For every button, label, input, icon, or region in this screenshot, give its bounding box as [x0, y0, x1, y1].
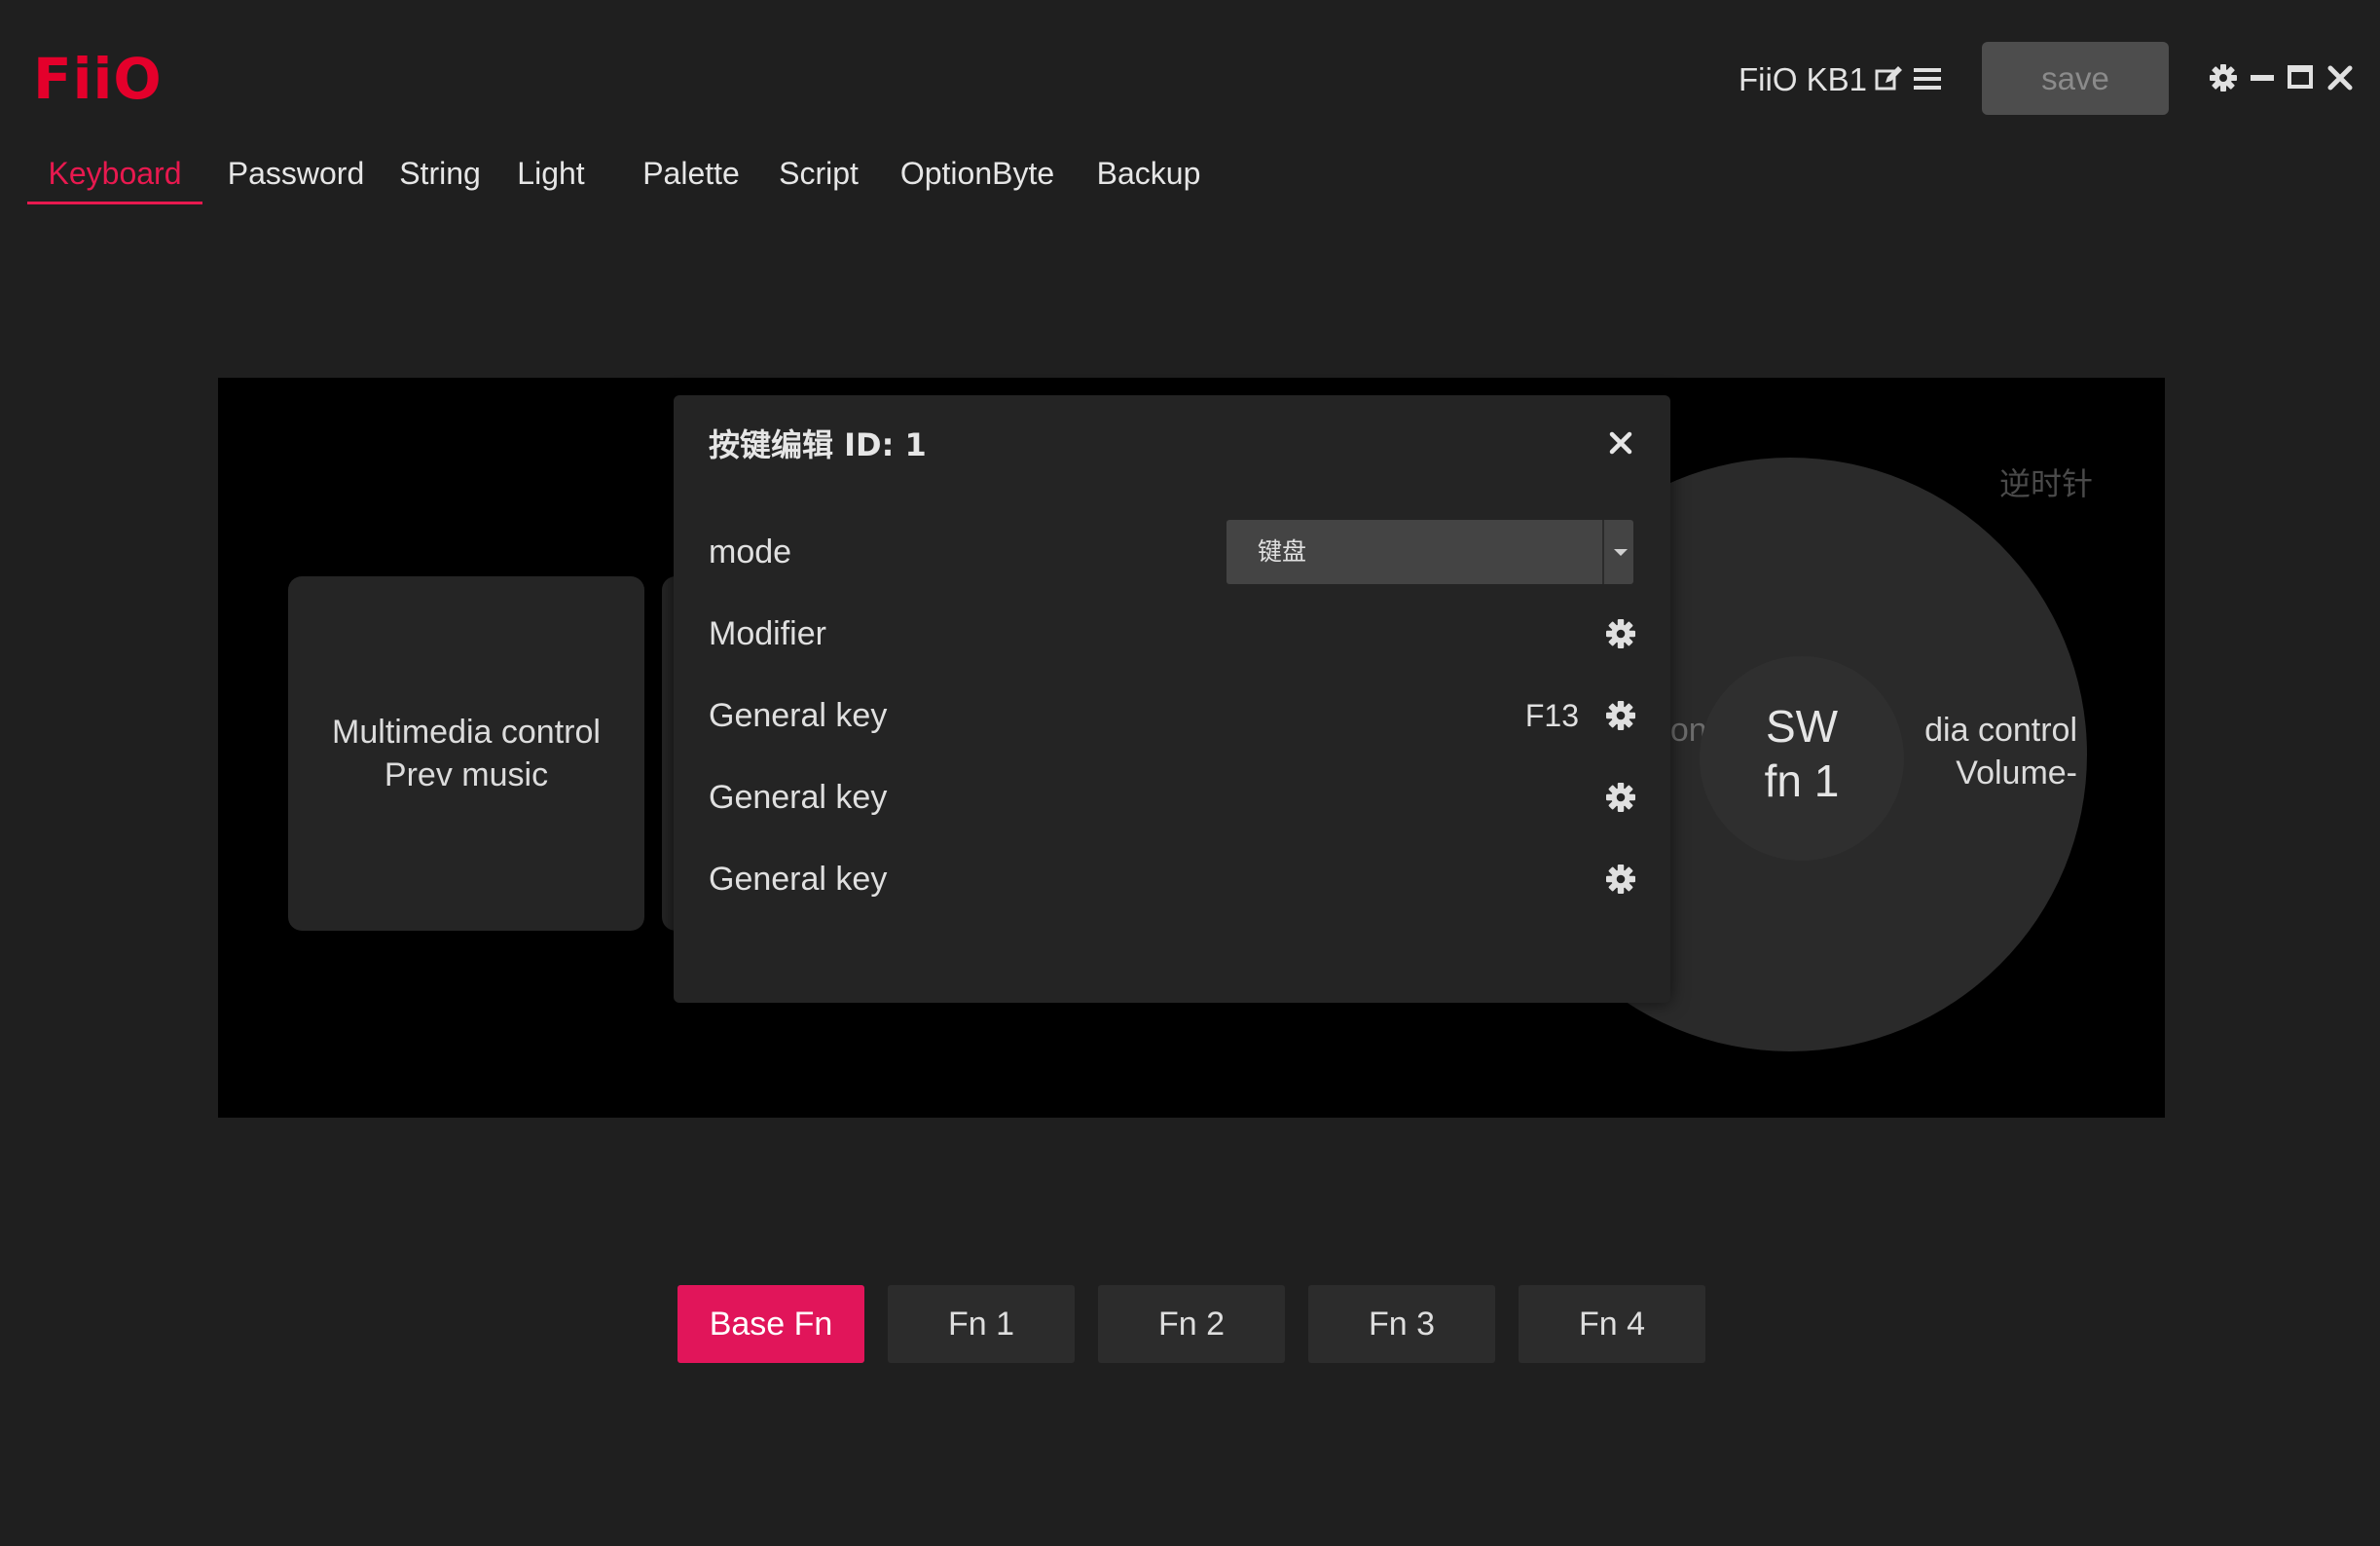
- edit-icon[interactable]: [1874, 64, 1903, 93]
- active-tab-underline: [27, 202, 202, 204]
- minimize-icon[interactable]: [2251, 75, 2274, 81]
- modifier-label: Modifier: [709, 615, 826, 652]
- dialog-close-icon[interactable]: [1608, 430, 1633, 456]
- device-name[interactable]: FiiO KB1: [1739, 58, 1867, 101]
- general-key-1-gear-icon[interactable]: [1606, 701, 1635, 730]
- tab-light[interactable]: Light: [512, 146, 590, 201]
- mode-label: mode: [709, 534, 792, 571]
- close-icon[interactable]: [2326, 64, 2354, 92]
- app-window: FiiO FiiO KB1 save Keyboard Password Str…: [0, 0, 2380, 1546]
- general-key-1-label: General key: [709, 697, 888, 734]
- knob-switch-label: SW fn 1: [1737, 699, 1867, 808]
- key-edit-dialog: 按键编辑 ID: 1 mode 键盘 Modifier General key …: [674, 395, 1670, 1003]
- modifier-gear-icon[interactable]: [1606, 619, 1635, 648]
- dialog-title: 按键编辑 ID: 1: [709, 426, 927, 463]
- key-action-label: Prev music: [384, 756, 549, 793]
- tab-password[interactable]: Password: [218, 146, 374, 201]
- chevron-down-icon: [1602, 520, 1633, 584]
- fn-layer-base[interactable]: Base Fn: [677, 1285, 864, 1363]
- tab-keyboard[interactable]: Keyboard: [27, 146, 202, 201]
- maximize-icon[interactable]: [2288, 65, 2313, 89]
- settings-gear-icon[interactable]: [2210, 64, 2237, 92]
- general-key-2-label: General key: [709, 779, 888, 816]
- fiio-logo: FiiO: [33, 46, 163, 112]
- knob-fn-text: fn 1: [1764, 755, 1840, 806]
- knob-right-label: dia control Volume-: [1892, 709, 2077, 794]
- fn-layer-3[interactable]: Fn 3: [1308, 1285, 1495, 1363]
- mode-select-value: 键盘: [1258, 537, 1307, 566]
- mode-select[interactable]: 键盘: [1227, 520, 1633, 584]
- save-button[interactable]: save: [1982, 42, 2169, 115]
- general-key-3-gear-icon[interactable]: [1606, 865, 1635, 894]
- counterclockwise-label: 逆时针: [1999, 465, 2094, 502]
- tab-optionbyte[interactable]: OptionByte: [892, 146, 1063, 201]
- fn-layer-4[interactable]: Fn 4: [1519, 1285, 1705, 1363]
- menu-icon[interactable]: [1914, 66, 1941, 92]
- fn-layer-2[interactable]: Fn 2: [1098, 1285, 1285, 1363]
- fn-layer-1[interactable]: Fn 1: [888, 1285, 1075, 1363]
- knob-right-function: dia control: [1924, 712, 2077, 749]
- tab-backup[interactable]: Backup: [1090, 146, 1207, 201]
- tab-palette[interactable]: Palette: [629, 146, 753, 201]
- key-function-label: Multimedia control: [332, 714, 601, 751]
- knob-right-action: Volume-: [1956, 755, 2077, 791]
- tab-script[interactable]: Script: [769, 146, 868, 201]
- general-key-2-gear-icon[interactable]: [1606, 783, 1635, 812]
- general-key-1-value: F13: [1524, 698, 1579, 733]
- general-key-3-label: General key: [709, 861, 888, 898]
- key-multimedia-prev[interactable]: Multimedia control Prev music: [288, 576, 644, 931]
- knob-sw-text: SW: [1765, 701, 1839, 752]
- tab-string[interactable]: String: [385, 146, 494, 201]
